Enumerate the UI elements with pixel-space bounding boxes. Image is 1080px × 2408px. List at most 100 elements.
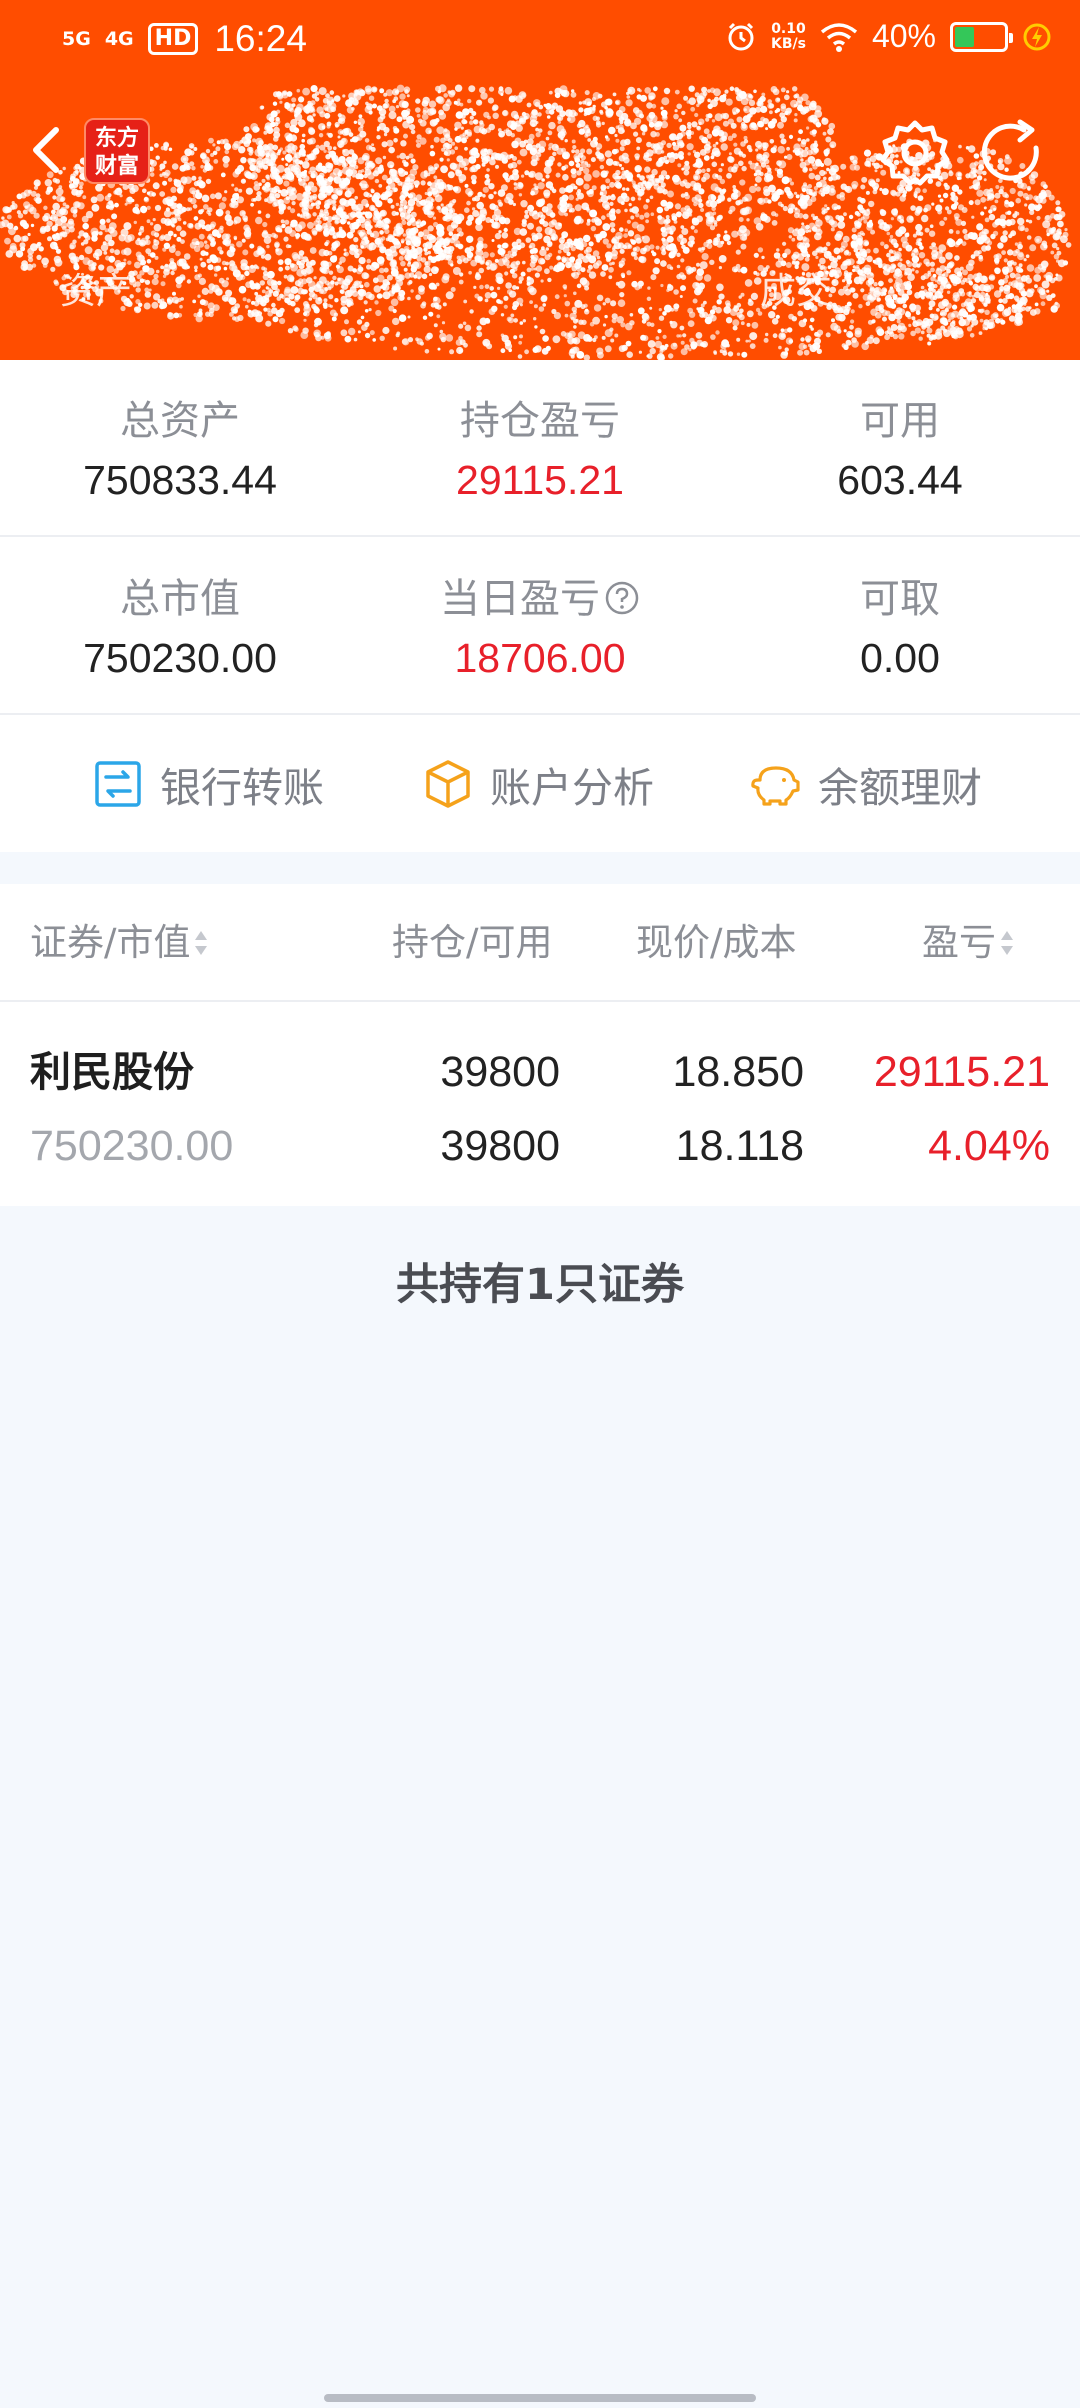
pattern-dot <box>303 311 308 316</box>
pattern-dot <box>715 141 719 145</box>
pattern-dot <box>799 154 804 158</box>
pattern-dot <box>642 180 647 185</box>
pattern-dot <box>695 273 703 281</box>
pattern-dot <box>611 261 615 265</box>
pattern-dot <box>994 218 1002 226</box>
pattern-dot <box>569 183 576 190</box>
pattern-dot <box>545 181 554 189</box>
pattern-dot <box>672 342 677 347</box>
pattern-dot <box>324 211 330 217</box>
pattern-dot <box>365 144 372 151</box>
pattern-dot <box>374 300 379 305</box>
pattern-dot <box>832 280 836 284</box>
pattern-dot <box>633 184 638 190</box>
pattern-dot <box>441 147 446 152</box>
pattern-dot <box>379 230 384 235</box>
pattern-dot <box>358 257 366 265</box>
pattern-dot <box>1009 272 1016 279</box>
pattern-dot <box>432 190 440 198</box>
pattern-dot <box>690 240 695 245</box>
pattern-dot <box>863 149 872 157</box>
pattern-dot <box>33 179 41 187</box>
pattern-dot <box>315 205 320 210</box>
pattern-dot <box>311 93 317 99</box>
pattern-dot <box>890 217 895 221</box>
pattern-dot <box>815 219 823 227</box>
pattern-dot <box>780 116 787 123</box>
pattern-dot <box>726 172 732 179</box>
pattern-dot <box>273 234 279 239</box>
pattern-dot <box>824 204 828 208</box>
pattern-dot <box>407 281 411 286</box>
pattern-dot <box>291 224 296 228</box>
pattern-dot <box>193 147 198 151</box>
pattern-dot <box>264 125 270 131</box>
pattern-dot <box>984 217 990 223</box>
pattern-dot <box>167 177 173 182</box>
pattern-dot <box>533 304 538 309</box>
pattern-dot <box>706 133 713 139</box>
pattern-dot <box>163 142 170 149</box>
pattern-dot <box>468 107 474 113</box>
pattern-dot <box>735 249 741 255</box>
pattern-dot <box>322 302 328 308</box>
pattern-dot <box>830 165 834 169</box>
pattern-dot <box>477 236 484 243</box>
pattern-dot <box>732 192 737 198</box>
pattern-dot <box>626 95 631 99</box>
pattern-dot <box>266 177 270 181</box>
pattern-dot <box>707 216 713 222</box>
pattern-dot <box>793 94 798 99</box>
pattern-dot <box>746 144 752 150</box>
pattern-dot <box>329 255 338 263</box>
pattern-dot <box>375 157 383 165</box>
pattern-dot <box>540 279 544 283</box>
pattern-dot <box>326 168 331 173</box>
pattern-dot <box>552 267 557 272</box>
pattern-dot <box>755 162 759 167</box>
pattern-dot <box>545 208 553 217</box>
pattern-dot <box>176 282 182 289</box>
pattern-dot <box>197 294 201 298</box>
pattern-dot <box>599 191 604 196</box>
pattern-dot <box>557 120 561 125</box>
pattern-dot <box>797 137 802 142</box>
pattern-dot <box>688 97 696 105</box>
pattern-dot <box>351 283 357 289</box>
pattern-dot <box>938 244 947 253</box>
pattern-dot <box>364 332 371 339</box>
pattern-dot <box>562 174 569 181</box>
pattern-dot <box>1050 250 1055 255</box>
pattern-dot <box>309 259 316 266</box>
pattern-dot <box>705 199 713 208</box>
pattern-dot <box>468 85 476 93</box>
pattern-dot <box>594 335 598 340</box>
pattern-dot <box>599 164 605 170</box>
pattern-dot <box>816 246 824 254</box>
pattern-dot <box>746 322 751 327</box>
pattern-dot <box>440 165 448 174</box>
pattern-dot <box>164 218 172 226</box>
pattern-dot <box>155 155 160 160</box>
pattern-dot <box>886 231 891 236</box>
pattern-dot <box>222 155 230 164</box>
pattern-dot <box>240 178 246 184</box>
pattern-dot <box>557 203 564 210</box>
pattern-dot <box>787 177 792 183</box>
pattern-dot <box>815 121 822 128</box>
pattern-dot <box>887 326 891 330</box>
pattern-dot <box>840 163 847 170</box>
pattern-dot <box>291 252 299 259</box>
pattern-dot <box>736 116 743 123</box>
pattern-dot <box>412 236 417 241</box>
pattern-dot <box>1015 276 1024 285</box>
pattern-dot <box>458 174 467 182</box>
pattern-dot <box>198 181 206 189</box>
pattern-dot <box>299 143 306 150</box>
pattern-dot <box>210 241 216 247</box>
pattern-dot <box>947 318 951 323</box>
pattern-dot <box>259 280 265 286</box>
pattern-dot <box>464 146 468 151</box>
pattern-dot <box>475 248 484 257</box>
pattern-dot <box>399 295 405 301</box>
